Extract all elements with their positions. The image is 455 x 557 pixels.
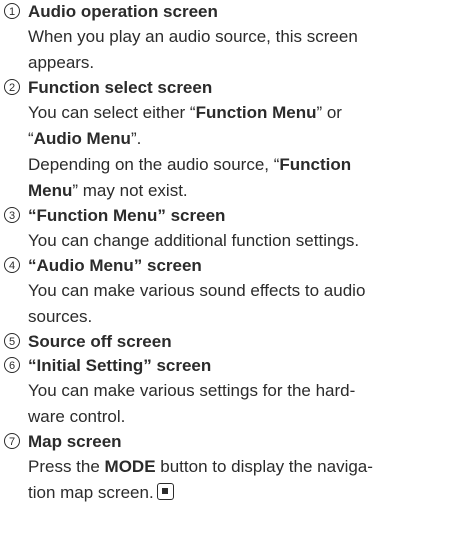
- item-title: Function select screen: [28, 78, 213, 97]
- item-text: Menu” may not exist.: [28, 181, 188, 200]
- item-text: Depending on the audio source, “Function: [28, 155, 352, 174]
- item-number: 6: [4, 357, 20, 373]
- item-title: Source off screen: [28, 332, 172, 351]
- list-item: 1 Audio operation screen When you play a…: [0, 0, 455, 76]
- item-text: appears.: [28, 53, 95, 72]
- item-text: ware control.: [28, 407, 126, 426]
- item-text: tion map screen.: [28, 480, 455, 506]
- item-number: 5: [4, 333, 20, 349]
- item-title: “Initial Setting” screen: [28, 356, 212, 375]
- item-number: 7: [4, 433, 20, 449]
- item-number: 1: [4, 3, 20, 19]
- item-text: sources.: [28, 307, 93, 326]
- list-item: 7 Map screen Press the MODE button to di…: [0, 430, 455, 506]
- list-item: 6 “Initial Setting” screen You can make …: [0, 354, 455, 430]
- list-item: 5 Source off screen: [0, 330, 455, 354]
- item-text: You can make various sound effects to au…: [28, 281, 366, 300]
- item-title: “Audio Menu” screen: [28, 256, 202, 275]
- item-text: You can change additional function setti…: [28, 231, 360, 250]
- item-text: You can make various settings for the ha…: [28, 381, 356, 400]
- item-number: 4: [4, 257, 20, 273]
- item-number: 3: [4, 207, 20, 223]
- list-item: 4 “Audio Menu” screen You can make vario…: [0, 254, 455, 330]
- screen-description-list: 1 Audio operation screen When you play a…: [0, 0, 455, 506]
- item-text: You can select either “Function Menu” or: [28, 103, 342, 122]
- item-title: Audio operation screen: [28, 2, 218, 21]
- list-item: 2 Function select screen You can select …: [0, 76, 455, 204]
- list-item: 3 “Function Menu” screen You can change …: [0, 204, 455, 254]
- item-text: When you play an audio source, this scre…: [28, 27, 358, 46]
- item-number: 2: [4, 79, 20, 95]
- item-title: “Function Menu” screen: [28, 206, 226, 225]
- item-text: “Audio Menu”.: [28, 129, 142, 148]
- item-title: Map screen: [28, 432, 122, 451]
- item-text: Press the MODE button to display the nav…: [28, 457, 373, 476]
- end-of-section-icon: [156, 483, 174, 500]
